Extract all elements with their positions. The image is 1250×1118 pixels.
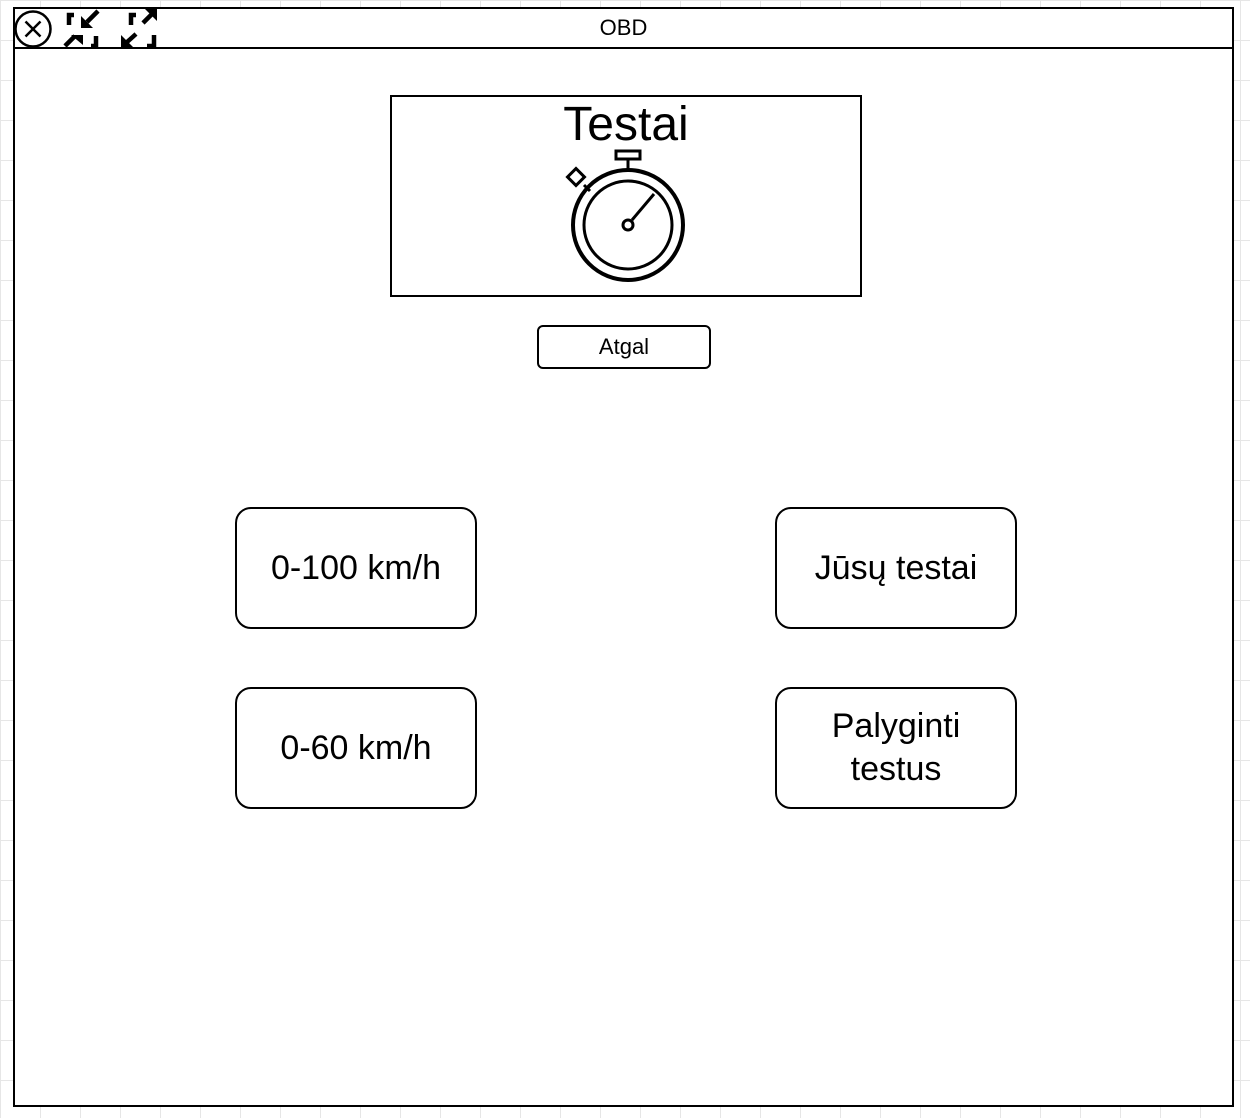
stopwatch-icon [562,149,692,294]
tests-header-card: Testai [390,95,862,297]
test-0-100-button[interactable]: 0-100 km/h [235,507,477,629]
test-0-60-label: 0-60 km/h [280,728,432,767]
your-tests-label: Jūsų testai [814,548,978,587]
back-button[interactable]: Atgal [537,325,711,369]
app-window: OBD Testai Atgal 0-100 km/h 0-60 km/h Jū… [13,7,1234,1107]
title-bar: OBD [14,9,1232,49]
window-title: OBD [599,15,648,40]
test-0-60-button[interactable]: 0-60 km/h [235,687,477,809]
compare-tests-label: Palyginti testus [831,707,961,788]
compare-tests-button[interactable]: Palyginti testus [775,687,1017,809]
page-title: Testai [563,98,689,151]
test-0-100-label: 0-100 km/h [270,548,442,587]
your-tests-button[interactable]: Jūsų testai [775,507,1017,629]
